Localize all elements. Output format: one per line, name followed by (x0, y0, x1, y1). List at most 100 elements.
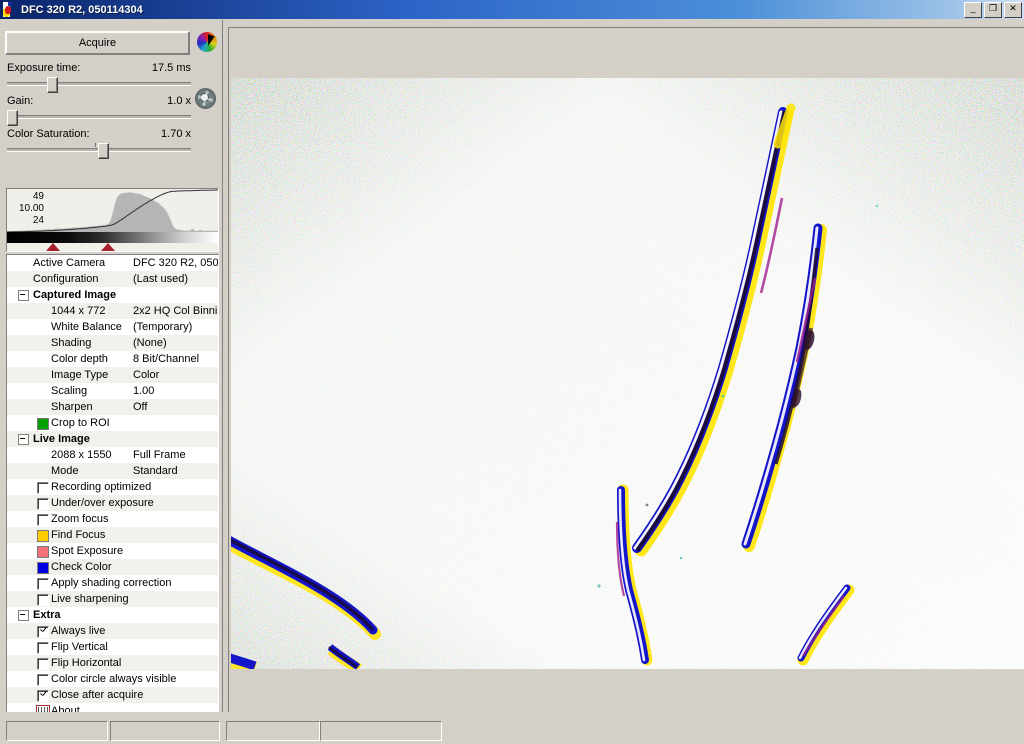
acquire-button[interactable]: Acquire (5, 31, 190, 55)
property-label: Shading (51, 337, 92, 349)
property-checkbox-row[interactable]: Color circle always visible (7, 671, 218, 687)
title-bar: DFC 320 R2, 050114304 _ ❐ ✕ (0, 0, 1024, 19)
collapse-expander[interactable] (18, 290, 29, 301)
property-label: Spot Exposure (51, 545, 124, 557)
slider-label-row: Exposure time: 17.5 ms (7, 62, 191, 74)
property-checkbox-row[interactable]: Always live (7, 623, 218, 639)
property-group[interactable]: Captured Image (7, 287, 218, 303)
property-row[interactable]: White Balance (Temporary) (7, 319, 218, 335)
property-row[interactable]: Scaling 1.00 (7, 383, 218, 399)
property-checkbox-row[interactable]: Zoom focus (7, 511, 218, 527)
property-group[interactable]: Extra (7, 607, 218, 623)
white-point-marker[interactable] (101, 243, 116, 251)
slider-thumb[interactable] (7, 110, 18, 126)
property-label: Scaling (51, 385, 88, 397)
property-label: 2088 x 1550 (51, 449, 112, 461)
slider-2[interactable]: Gain: 1.0 x (7, 95, 191, 126)
property-label: Crop to ROI (51, 417, 110, 429)
slider-3[interactable]: Color Saturation: 1.70 x (7, 128, 191, 159)
property-checkbox-row[interactable]: Recording optimized (7, 479, 218, 495)
minimize-icon: _ (970, 3, 976, 13)
checkbox[interactable] (37, 626, 49, 638)
property-label: Live sharpening (51, 593, 129, 605)
property-checkbox-row[interactable]: Flip Vertical (7, 639, 218, 655)
slider-thumb[interactable] (47, 77, 59, 93)
slider-track[interactable] (7, 77, 191, 93)
checkbox[interactable] (37, 514, 49, 526)
slider-1[interactable]: Exposure time: 17.5 ms (7, 62, 191, 93)
slider-thumb[interactable] (98, 143, 109, 159)
property-row[interactable]: 1044 x 772 2x2 HQ Col Binning (7, 303, 218, 319)
slider-track[interactable] (7, 110, 191, 126)
property-checkbox-row[interactable]: Under/over exposure (7, 495, 218, 511)
property-row[interactable]: Shading (None) (7, 335, 218, 351)
property-row[interactable]: Sharpen Off (7, 399, 218, 415)
property-value: Off (133, 401, 148, 413)
property-checkbox-row[interactable]: Live sharpening (7, 591, 218, 607)
property-label: Active Camera (33, 257, 106, 269)
checkbox[interactable] (37, 690, 49, 702)
property-row[interactable]: 2088 x 1550 Full Frame (7, 447, 218, 463)
property-value: Full Frame (133, 449, 186, 461)
checkbox[interactable] (37, 482, 49, 494)
restore-button[interactable]: ❐ (984, 2, 1002, 18)
live-image[interactable] (231, 78, 1024, 669)
property-row[interactable]: Image Type Color (7, 367, 218, 383)
property-checkbox-row[interactable]: Spot Exposure (7, 543, 218, 559)
property-row[interactable]: Color depth 8 Bit/Channel (7, 351, 218, 367)
close-button[interactable]: ✕ (1004, 2, 1022, 18)
checkbox[interactable] (37, 546, 49, 558)
status-cell (110, 721, 220, 741)
image-preview-panel[interactable] (228, 27, 1024, 713)
property-checkbox-row[interactable]: Close after acquire (7, 687, 218, 703)
property-label: Zoom focus (51, 513, 109, 525)
property-label: Sharpen (51, 401, 93, 413)
histogram-value-top: 49 (32, 191, 44, 202)
checkbox[interactable] (37, 562, 49, 574)
black-point-marker[interactable] (46, 243, 61, 251)
property-grid[interactable]: Active Camera DFC 320 R2, 0501 Configurati… (6, 254, 219, 726)
property-label: Under/over exposure (51, 497, 154, 509)
property-label: Apply shading correction (51, 577, 172, 589)
property-value: (Temporary) (133, 321, 193, 333)
property-row[interactable]: Configuration (Last used) (7, 271, 218, 287)
checkbox[interactable] (37, 674, 49, 686)
checkbox[interactable] (37, 498, 49, 510)
color-wheel-icon[interactable] (197, 32, 217, 52)
status-cell (6, 721, 108, 741)
property-group[interactable]: Live Image (7, 431, 218, 447)
acquire-row: Acquire (5, 31, 217, 55)
property-label: Close after acquire (51, 689, 144, 701)
minimize-button[interactable]: _ (964, 2, 982, 18)
property-checkbox-row[interactable]: Find Focus (7, 527, 218, 543)
slider-value: 1.70 x (161, 128, 191, 140)
slider-value: 17.5 ms (151, 62, 191, 74)
slider-label-row: Color Saturation: 1.70 x (7, 128, 191, 140)
property-label: 1044 x 772 (51, 305, 106, 317)
property-checkbox-row[interactable]: Crop to ROI (7, 415, 218, 431)
checkbox[interactable] (37, 578, 49, 590)
property-label: Recording optimized (51, 481, 152, 493)
histogram-gradient-bar (7, 232, 218, 243)
collapse-expander[interactable] (18, 610, 29, 621)
aperture-icon[interactable] (195, 88, 216, 109)
property-row[interactable]: Mode Standard (7, 463, 218, 479)
checkbox[interactable] (37, 658, 49, 670)
property-checkbox-row[interactable]: Flip Horizontal (7, 655, 218, 671)
property-value: Color (133, 369, 160, 381)
property-value: 1.00 (133, 385, 155, 397)
histogram-value-bottom: 24 (32, 215, 44, 226)
collapse-expander[interactable] (18, 434, 29, 445)
histogram[interactable]: 49 10.00 24 (6, 188, 219, 252)
property-checkbox-row[interactable]: Check Color (7, 559, 218, 575)
checkbox[interactable] (37, 418, 49, 430)
property-group-label: Captured Image (33, 289, 117, 301)
checkbox[interactable] (37, 642, 49, 654)
property-group-label: Extra (33, 609, 61, 621)
property-checkbox-row[interactable]: Apply shading correction (7, 575, 218, 591)
property-row[interactable]: Active Camera DFC 320 R2, 0501 (7, 255, 218, 271)
checkbox[interactable] (37, 530, 49, 542)
slider-track[interactable] (7, 143, 191, 159)
application-window: DFC 320 R2, 050114304 _ ❐ ✕ Acquire Expo… (0, 0, 1024, 744)
checkbox[interactable] (37, 594, 49, 606)
